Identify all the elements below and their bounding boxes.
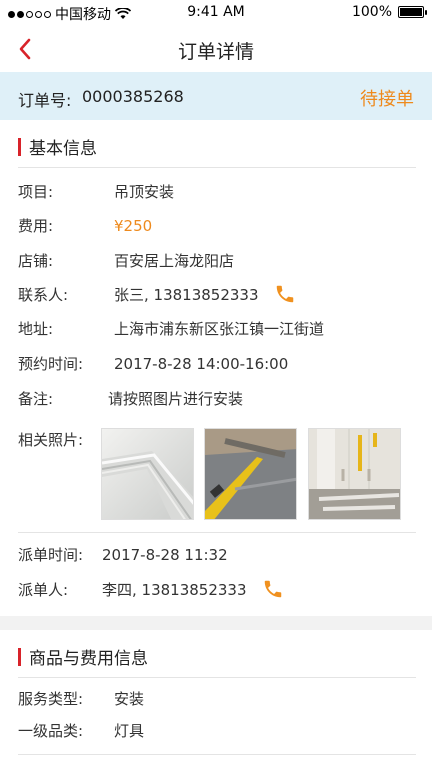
address-value: 上海市浦东新区张江镇一江街道: [114, 320, 325, 338]
basic-info-header: 基本信息: [18, 134, 97, 159]
store-value: 百安居上海龙阳店: [114, 252, 235, 270]
goods-fees-header: 商品与费用信息: [18, 644, 148, 669]
appointment-label: 预约时间:: [18, 355, 84, 373]
status-bar: 中国移动 9:41 AM 100%: [0, 0, 432, 26]
project-value: 吊顶安装: [114, 183, 175, 201]
appointment-value: 2017-8-28 14:00-16:00: [114, 355, 289, 373]
fee-label: 费用:: [18, 217, 54, 235]
dispatcher-label: 派单人:: [18, 581, 69, 599]
phone-icon[interactable]: [274, 283, 296, 305]
goods-fees-card: 商品与费用信息 服务类型: 安装 一级品类: 灯具: [0, 630, 432, 768]
project-label: 项目:: [18, 183, 54, 201]
order-number-label: 订单号:: [18, 91, 72, 110]
info-row-contact: 联系人: 张三, 13813852333: [18, 284, 418, 306]
divider: [18, 677, 416, 678]
navigation-bar: 订单详情: [0, 26, 432, 72]
fee-value: ¥250: [114, 217, 153, 235]
dispatch-time-value: 2017-8-28 11:32: [102, 546, 228, 564]
order-number-bar: 订单号: 0000385268 待接单: [0, 72, 432, 120]
order-number-value: 0000385268: [82, 87, 184, 106]
dispatcher-value: 李四, 13813852333: [102, 581, 247, 599]
contact-value: 张三, 13813852333: [114, 286, 259, 304]
dispatch-time-label: 派单时间:: [18, 546, 84, 564]
section-accent-bar: [18, 647, 21, 666]
divider: [18, 167, 416, 168]
battery-percent: 100%: [351, 4, 392, 20]
order-status-badge: 待接单: [360, 89, 414, 110]
remark-label: 备注:: [18, 390, 54, 408]
battery-indicator: 100%: [351, 4, 427, 20]
divider: [18, 532, 416, 533]
contact-label: 联系人:: [18, 286, 69, 304]
divider: [18, 754, 416, 755]
info-row-dispatcher: 派单人: 李四, 13813852333: [18, 579, 418, 601]
section-title: 商品与费用信息: [29, 649, 148, 669]
section-title: 基本信息: [29, 139, 97, 159]
service-type-value: 安装: [114, 690, 145, 708]
remark-value: 请按照图片进行安装: [108, 390, 244, 408]
category-label: 一级品类:: [18, 722, 84, 740]
ceiling-photo[interactable]: [101, 428, 194, 520]
category-value: 灯具: [114, 722, 145, 740]
photos-label: 相关照片:: [18, 431, 84, 449]
wall-pipes-photo[interactable]: [308, 428, 401, 520]
basic-info-card: 基本信息 项目: 吊顶安装 费用: ¥250 店铺: 百安居上海龙阳店 联系人:…: [0, 120, 432, 616]
page-title: 订单详情: [177, 41, 254, 63]
section-accent-bar: [18, 137, 21, 156]
phone-icon[interactable]: [262, 578, 284, 600]
store-label: 店铺:: [18, 252, 54, 270]
floor-photo[interactable]: [204, 428, 297, 520]
service-type-label: 服务类型:: [18, 690, 84, 708]
battery-icon: [398, 6, 427, 18]
address-label: 地址:: [18, 320, 54, 338]
